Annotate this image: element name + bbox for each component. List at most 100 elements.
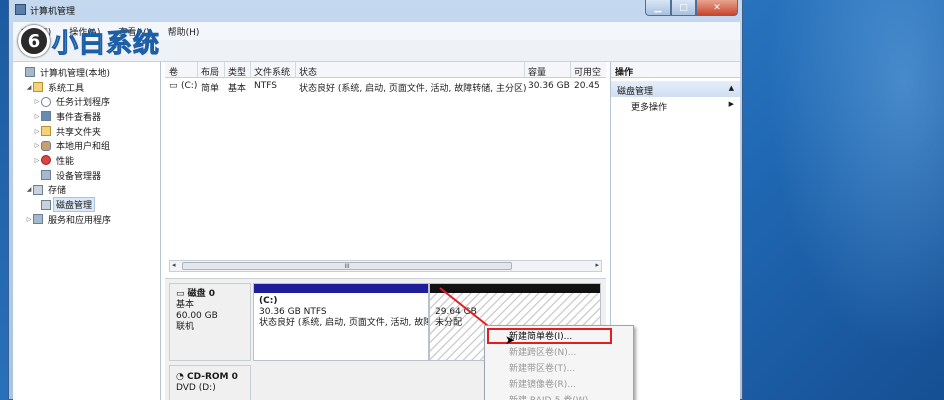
column-type[interactable]: 类型 [228,65,246,78]
cdrom-icon: ◔ [176,372,187,382]
column-capacity[interactable]: 容量 [528,65,546,78]
tree-item[interactable]: 计算机管理(本地) [13,65,160,80]
more-actions-label: 更多操作 [631,103,668,113]
expand-arrow-icon[interactable]: ▷ [33,98,41,105]
menu-new-mirrored-volume[interactable]: 新建镜像卷(R)... [485,374,633,390]
tree-item[interactable]: 设备管理器 [13,168,160,183]
partition-c-status: 状态良好 (系统, 启动, 页面文件, 活动, 故障 [259,318,428,328]
disk-icon: ▭ [176,289,188,299]
expand-arrow-icon[interactable]: ▷ [33,142,41,149]
cell-filesystem: NTFS [254,81,277,91]
watermark-text: 小白系统 [51,28,161,59]
disk-0-info[interactable]: ▭ 磁盘 0 基本 60.00 GB 联机 [169,283,251,361]
chevron-right-icon: ▶ [728,100,734,108]
unallocated-bar [430,284,600,293]
disk-status: 联机 [176,322,195,332]
tree-item-label: 计算机管理(本地) [40,68,111,79]
tree-item[interactable]: ▷ 事件查看器 [13,109,160,124]
circle-icon [41,155,51,166]
cell-volume: (C:) [181,81,198,91]
tree-item[interactable]: 磁盘管理 [13,197,160,213]
cell-capacity: 30.36 GB [528,81,570,91]
partition-c-title: (C:) [259,296,278,306]
tree-item[interactable]: ◢ 系统工具 [13,80,160,95]
computer-management-icon [15,4,26,15]
tree-item-label: 存储 [48,186,67,197]
actions-section-label: 磁盘管理 [617,87,654,97]
tree-item-label: 磁盘管理 [52,197,96,213]
unallocated-size: 29.64 GB [435,307,477,317]
expand-arrow-icon[interactable]: ▷ [33,157,41,164]
title-bar: 计算机管理 ▁ □ ✕ [9,0,742,20]
expand-arrow-icon[interactable]: ◢ [25,186,33,193]
tree-item[interactable]: ▷ 服务和应用程序 [13,212,160,227]
expand-arrow-icon[interactable]: ▷ [33,113,41,120]
tree-item-label: 任务计划程序 [56,98,111,109]
menu-new-striped-volume[interactable]: 新建带区卷(T)... [485,358,633,374]
cdrom-drive: DVD (D:) [176,383,216,393]
scroll-right-icon[interactable]: ▸ [595,261,599,269]
actions-header: 操作 [611,62,740,78]
window-controls: ▁ □ ✕ [645,0,738,16]
users-icon [41,140,51,151]
column-volume[interactable]: 卷 [169,65,178,78]
tree-item-label: 本地用户和组 [56,142,111,153]
column-free[interactable]: 可用空 [574,65,601,78]
box-icon [33,214,43,225]
column-status[interactable]: 状态 [299,65,317,78]
bar-icon [41,111,51,122]
cdrom-info[interactable]: ◔ CD-ROM 0 DVD (D:) [169,365,251,400]
disk-type: 基本 [176,300,195,310]
scroll-thumb[interactable]: III [182,262,512,270]
maximize-button[interactable]: □ [671,0,696,16]
column-layout[interactable]: 布局 [201,65,219,78]
watermark-badge: 6 [18,25,50,57]
collapse-up-icon[interactable]: ▲ [729,84,734,92]
tree-item-label: 设备管理器 [56,171,102,182]
tree-item[interactable]: ▷ 任务计划程序 [13,94,160,109]
cell-status: 状态良好 (系统, 启动, 页面文件, 活动, 故障转储, 主分区) [299,84,527,94]
box-icon [41,170,51,181]
tree-item[interactable]: ▷ 本地用户和组 [13,138,160,153]
disk-name: 磁盘 0 [187,289,216,299]
scroll-left-icon[interactable]: ◂ [172,261,176,269]
navigation-tree: 计算机管理(本地) ◢ 系统工具 ▷ 任务计划程序 ▷ 事件查看器 ▷ 共享文件夹 ▷ 本地用户和组… [13,62,161,400]
box-icon [25,67,35,78]
actions-section[interactable]: 磁盘管理 ▲ [611,81,740,97]
mouse-cursor-icon: ➤ [505,333,516,347]
table-row[interactable]: ▭ (C:) 简单 基本 NTFS 状态良好 (系统, 启动, 页面文件, 活动… [165,79,606,94]
tree-item-label: 共享文件夹 [56,127,102,138]
expand-arrow-icon[interactable]: ▷ [33,128,41,135]
tree-item[interactable]: ◢ 存储 [13,183,160,198]
partition-c-bar [254,284,428,293]
window-title: 计算机管理 [30,7,76,17]
tree-item-label: 性能 [56,156,75,167]
expand-arrow-icon[interactable]: ◢ [25,84,33,91]
expand-arrow-icon[interactable]: ▷ [25,216,33,223]
menu-new-raid5-volume[interactable]: 新建 RAID-5 卷(W)... [485,390,633,400]
horizontal-scrollbar[interactable]: ◂ III ▸ [169,260,602,272]
partition-c[interactable]: (C:) 30.36 GB NTFS 状态良好 (系统, 启动, 页面文件, 活… [253,283,429,361]
column-filesystem[interactable]: 文件系统 [254,65,290,78]
tree-item[interactable]: ▷ 性能 [13,153,160,168]
disk-size: 60.00 GB [176,311,218,321]
folder-icon [33,82,43,93]
tree-item-label: 系统工具 [48,83,85,94]
more-actions[interactable]: 更多操作 ▶ [611,97,740,113]
close-button[interactable]: ✕ [696,0,738,16]
cdrom-name: CD-ROM 0 [187,372,238,382]
minimize-button[interactable]: ▁ [645,0,671,16]
folder-icon [41,126,51,137]
tree-item-label: 事件查看器 [56,112,102,123]
watermark-logo: 6 小白系统 [18,22,160,60]
tree-item-label: 服务和应用程序 [48,215,112,226]
drive-icon [33,184,43,195]
tree-item[interactable]: ▷ 共享文件夹 [13,124,160,139]
clock-icon [41,96,51,107]
menu-help[interactable]: 帮助(H) [168,25,200,38]
volume-table-header: 卷 布局 类型 文件系统 状态 容量 可用空 [165,62,606,78]
drive-icon [41,199,51,210]
partition-c-size: 30.36 GB NTFS [259,307,327,317]
cell-layout: 简单 [201,84,220,94]
cell-type: 基本 [228,84,247,94]
